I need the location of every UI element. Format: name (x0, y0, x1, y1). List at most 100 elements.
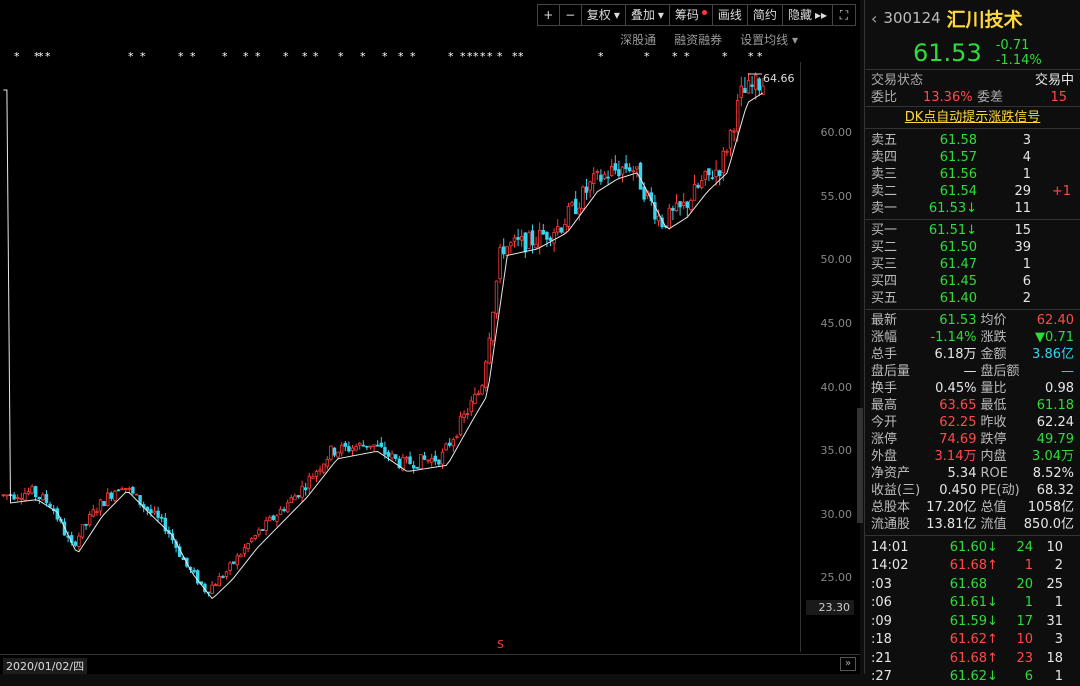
candle-body[interactable] (276, 516, 279, 522)
simple-mode-button[interactable]: 简约 (748, 5, 783, 25)
candle-body[interactable] (114, 491, 117, 500)
signal-marker[interactable]: S (497, 638, 504, 651)
candle-body[interactable] (88, 514, 91, 524)
candle-body[interactable] (319, 470, 322, 471)
buy-level-2[interactable]: 买二 61.50 39 (865, 239, 1080, 256)
candle-body[interactable] (340, 445, 343, 453)
candle-body[interactable] (121, 489, 124, 490)
candle-body[interactable] (704, 171, 707, 179)
candle-body[interactable] (31, 487, 34, 493)
sgt-link[interactable]: 深股通 (620, 31, 656, 48)
candle-body[interactable] (268, 518, 271, 521)
buy-level-5[interactable]: 买五 61.40 2 (865, 290, 1080, 307)
candle-body[interactable] (459, 417, 462, 435)
candle-body[interactable] (358, 443, 361, 445)
candle-body[interactable] (304, 488, 307, 490)
candle-body[interactable] (452, 440, 455, 446)
candle-body[interactable] (751, 85, 754, 87)
candle-body[interactable] (128, 488, 131, 489)
candle-body[interactable] (430, 458, 433, 462)
candle-body[interactable] (607, 177, 610, 178)
candle-body[interactable] (211, 585, 214, 593)
candle-body[interactable] (160, 517, 163, 518)
candle-body[interactable] (492, 312, 495, 341)
candle-body[interactable] (286, 503, 289, 512)
candle-body[interactable] (499, 248, 502, 279)
candle-body[interactable] (618, 170, 621, 176)
candle-body[interactable] (535, 244, 538, 248)
candle-body[interactable] (412, 466, 415, 469)
candle-body[interactable] (20, 498, 23, 499)
candle-body[interactable] (240, 555, 243, 557)
candle-body[interactable] (254, 535, 257, 538)
candle-body[interactable] (261, 530, 264, 531)
candle-body[interactable] (243, 548, 246, 554)
candle-body[interactable] (423, 456, 426, 460)
candle-body[interactable] (747, 81, 750, 93)
candle-body[interactable] (708, 169, 711, 175)
candle-body[interactable] (600, 175, 603, 181)
candle-body[interactable] (420, 455, 423, 469)
candle-body[interactable] (330, 446, 333, 459)
candle-body[interactable] (693, 185, 696, 201)
candle-body[interactable] (567, 206, 570, 226)
candle-body[interactable] (628, 168, 631, 171)
candle-body[interactable] (369, 446, 372, 447)
candle-body[interactable] (758, 79, 761, 90)
candle-body[interactable] (394, 455, 397, 459)
candle-body[interactable] (290, 498, 293, 503)
candle-body[interactable] (736, 100, 739, 131)
candle-body[interactable] (34, 487, 37, 497)
candle-body[interactable] (78, 536, 81, 546)
candle-body[interactable] (740, 86, 743, 97)
candle-body[interactable] (27, 492, 30, 494)
candle-body[interactable] (643, 187, 646, 199)
candle-body[interactable] (690, 200, 693, 209)
candle-body[interactable] (726, 151, 729, 152)
candle-body[interactable] (538, 230, 541, 247)
candle-body[interactable] (632, 171, 635, 172)
candle-body[interactable] (657, 216, 660, 221)
candle-body[interactable] (488, 338, 491, 363)
hide-button[interactable]: 隐藏▸▸ (783, 5, 833, 25)
candle-body[interactable] (513, 238, 516, 241)
candle-body[interactable] (117, 490, 120, 491)
sell-level-2[interactable]: 卖二 61.54 29 +1 (865, 183, 1080, 200)
candle-body[interactable] (110, 493, 113, 498)
candle-body[interactable] (524, 233, 527, 252)
candle-body[interactable] (405, 457, 408, 458)
candle-body[interactable] (333, 448, 336, 455)
candle-body[interactable] (510, 243, 513, 246)
candle-body[interactable] (596, 171, 599, 172)
candle-body[interactable] (722, 151, 725, 173)
candlestick-plot[interactable]: S (0, 62, 800, 652)
candle-body[interactable] (474, 394, 477, 403)
candle-body[interactable] (546, 232, 549, 239)
candle-body[interactable] (682, 202, 685, 205)
dk-signal-link[interactable]: DK点自动提示涨跌信号 (865, 109, 1080, 126)
candle-body[interactable] (542, 230, 545, 234)
candle-body[interactable] (214, 585, 217, 586)
candle-body[interactable] (351, 448, 354, 450)
candle-body[interactable] (484, 362, 487, 388)
sell-level-4[interactable]: 卖四 61.57 4 (865, 149, 1080, 166)
candle-body[interactable] (301, 486, 304, 497)
candle-body[interactable] (150, 510, 153, 513)
candle-body[interactable] (506, 247, 509, 256)
candle-body[interactable] (718, 171, 721, 176)
chips-button[interactable]: 筹码 (670, 5, 713, 25)
candle-body[interactable] (16, 498, 19, 499)
candle-body[interactable] (38, 497, 41, 498)
candle-body[interactable] (13, 495, 16, 499)
candle-body[interactable] (711, 178, 714, 179)
candle-body[interactable] (416, 467, 419, 468)
fuquan-dropdown[interactable]: 复权▾ (582, 5, 626, 25)
candle-body[interactable] (603, 174, 606, 178)
candle-body[interactable] (466, 414, 469, 415)
candle-body[interactable] (124, 488, 127, 489)
candle-body[interactable] (366, 446, 369, 447)
candle-body[interactable] (448, 443, 451, 445)
candle-body[interactable] (556, 227, 559, 233)
candle-body[interactable] (531, 231, 534, 245)
candle-body[interactable] (585, 187, 588, 192)
